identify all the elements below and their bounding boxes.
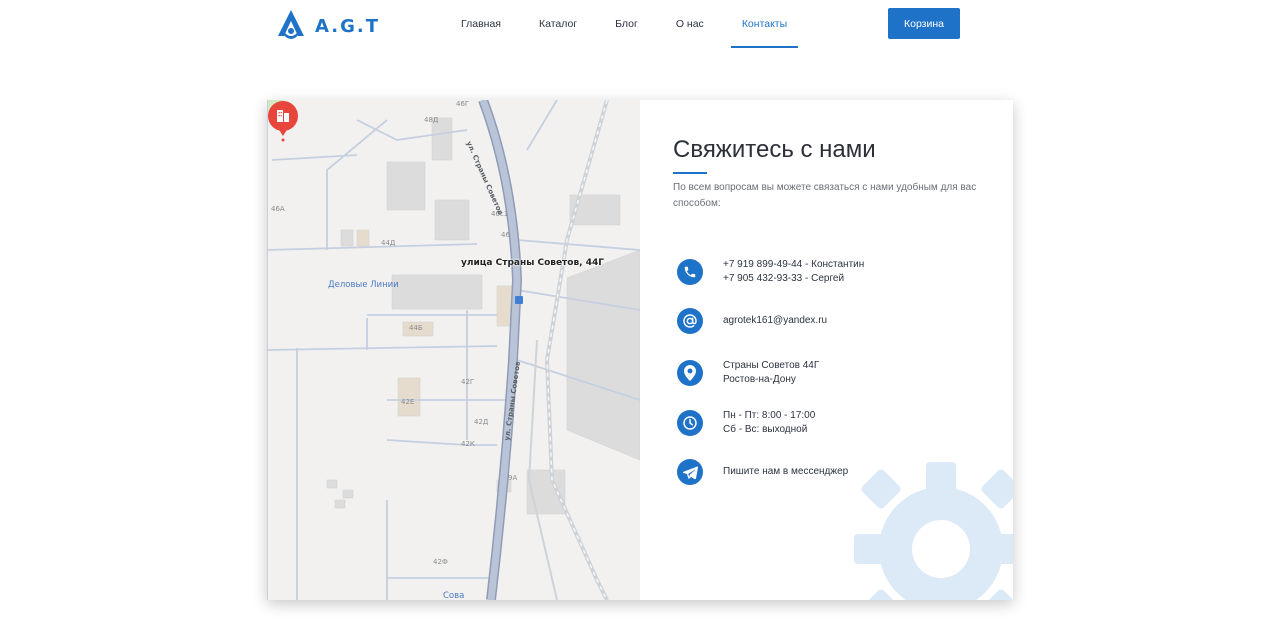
nav-item-about[interactable]: О нас — [657, 0, 723, 48]
map-poi-label[interactable]: Сова — [443, 591, 464, 600]
map-building-label: 46А — [271, 205, 285, 213]
map-building-label: 48Д — [424, 116, 439, 124]
map-poi-label[interactable]: Деловые Линии — [328, 280, 399, 290]
nav-item-home[interactable]: Главная — [442, 0, 520, 48]
nav-item-catalog[interactable]: Каталог — [520, 0, 596, 48]
contact-info-panel: Свяжитесь с нами По всем вопросам вы мож… — [640, 100, 1013, 600]
map-drawing — [267, 100, 640, 600]
contact-phone: +7 919 899-49-44 - Константин +7 905 432… — [677, 258, 864, 285]
map-building-label: 42Г — [461, 378, 475, 386]
contact-messenger: Пишите нам в мессенджер — [677, 459, 848, 485]
location-map[interactable]: 46Г 48Д 46А 46с1 46 44Д 44Б 42Г 42Е 42Д … — [267, 100, 640, 600]
map-building-label: 42Ф — [433, 558, 448, 566]
map-building-label: 46 — [501, 231, 510, 239]
map-building-label: 46Г — [456, 100, 470, 108]
map-building-label: 42Е — [401, 398, 415, 406]
phone-icon — [677, 258, 703, 285]
gear-icon — [854, 462, 1013, 600]
title-underline — [673, 172, 707, 174]
main-nav: Главная Каталог Блог О нас Контакты — [442, 0, 806, 48]
page-title: Свяжитесь с нами — [673, 136, 876, 163]
nav-item-blog[interactable]: Блог — [596, 0, 657, 48]
map-building-label: 42К — [461, 440, 475, 448]
address-line-2: Ростов-на-Дону — [723, 373, 796, 385]
map-building-label: 42Д — [474, 418, 489, 426]
site-header: A.G.T Главная Каталог Блог О нас Контакт… — [0, 0, 1280, 50]
map-building-label: 9А — [508, 474, 518, 482]
contact-card: 46Г 48Д 46А 46с1 46 44Д 44Б 42Г 42Е 42Д … — [267, 100, 1013, 600]
messenger-link[interactable]: Пишите нам в мессенджер — [723, 465, 848, 479]
cart-button[interactable]: Корзина — [888, 8, 960, 39]
map-marker-icon[interactable] — [267, 100, 299, 142]
map-marker-label: улица Страны Советов, 44Г — [461, 258, 604, 268]
contact-address: Страны Советов 44Г Ростов-на-Дону — [677, 359, 819, 386]
phone-number-2[interactable]: +7 905 432-93-33 - Сергей — [723, 272, 864, 286]
contact-hours: Пн - Пт: 8:00 - 17:00 Сб - Вс: выходной — [677, 409, 815, 436]
nav-item-contacts[interactable]: Контакты — [723, 0, 806, 48]
contact-email: agrotek161@yandex.ru — [677, 308, 827, 334]
hours-weekend: Сб - Вс: выходной — [723, 423, 808, 435]
address-line-1: Страны Советов 44Г — [723, 360, 820, 371]
clock-icon — [677, 409, 703, 436]
logo[interactable]: A.G.T — [277, 9, 380, 43]
logo-mark-icon — [278, 10, 304, 39]
map-building-label: 44Д — [381, 239, 396, 247]
hours-weekdays: Пн - Пт: 8:00 - 17:00 — [723, 410, 816, 421]
contact-lead-text: По всем вопросам вы можете связаться с н… — [673, 182, 977, 209]
email-link[interactable]: agrotek161@yandex.ru — [723, 314, 827, 328]
map-building-label: 44Б — [409, 324, 423, 332]
phone-number-1[interactable]: +7 919 899-49-44 - Константин — [723, 258, 864, 272]
at-icon — [677, 308, 703, 334]
telegram-icon[interactable] — [677, 459, 703, 485]
location-pin-icon — [677, 359, 703, 386]
logo-text: A.G.T — [315, 15, 380, 37]
